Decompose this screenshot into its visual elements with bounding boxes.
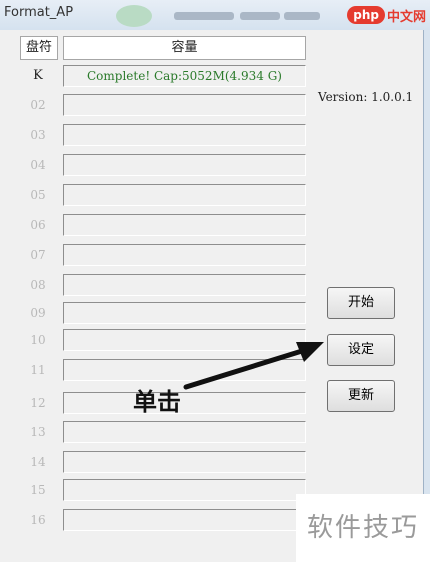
drive-label: 05 [30,188,46,202]
table-row: 09 [20,302,306,324]
drive-label: 08 [30,278,46,292]
table-row: 02 [20,94,306,116]
blurred-title-segment [284,12,320,20]
start-button[interactable]: 开始 [327,287,395,319]
table-row: 11 [20,359,306,381]
drive-label: 06 [30,218,46,232]
status-field [63,184,306,206]
status-field [63,214,306,236]
table-row: 14 [20,451,306,473]
status-field [63,451,306,473]
drive-label: 04 [30,158,46,172]
php-badge: php [347,6,385,24]
table-row: 03 [20,124,306,146]
drive-label: 16 [30,513,46,527]
table-row: 13 [20,421,306,443]
table-row: 06 [20,214,306,236]
status-field [63,274,306,296]
status-field [63,154,306,176]
php-watermark: php 中文网 [347,4,426,26]
drive-label: 09 [30,306,46,320]
watermark-site-text: 中文网 [386,9,426,25]
drive-label: 07 [30,248,46,262]
table-row: K Complete! Cap:5052M(4.934 G) [20,65,306,87]
drive-label: 14 [30,455,46,469]
status-field [63,479,306,501]
capacity-column-header: 容量 [63,36,306,60]
table-row: 05 [20,184,306,206]
status-field [63,359,306,381]
main-panel: 盘符 容量 K Complete! Cap:5052M(4.934 G) 02 … [0,30,430,562]
settings-button[interactable]: 设定 [327,334,395,366]
blurred-title-segment [174,12,234,20]
version-label: Version: 1.0.0.1 [318,90,414,104]
status-field [63,392,306,414]
drive-label: 13 [30,425,46,439]
software-tips-watermark: 软件技巧 [296,494,430,562]
drive-label: 10 [30,333,46,347]
drive-label: 15 [30,483,46,497]
drive-label: K [33,68,43,83]
drive-label: 02 [30,98,46,112]
status-field [63,244,306,266]
status-field [63,329,306,351]
status-field [63,124,306,146]
click-annotation: 单击 [133,388,181,416]
blurred-title-segment [240,12,280,20]
table-row: 04 [20,154,306,176]
status-field: Complete! Cap:5052M(4.934 G) [63,65,306,87]
status-field [63,509,306,531]
title-bar: Format_AP php 中文网 [0,0,430,31]
table-row: 07 [20,244,306,266]
drive-label: 03 [30,128,46,142]
table-row: 08 [20,274,306,296]
drive-column-header: 盘符 [20,36,58,60]
status-field [63,421,306,443]
drive-label: 11 [30,363,46,377]
blurred-app-icon [116,5,152,27]
window-right-border [423,30,430,562]
update-button[interactable]: 更新 [327,380,395,412]
table-row: 16 [20,509,306,531]
status-field [63,302,306,324]
drive-label: 12 [30,396,46,410]
window-title: Format_AP [4,5,74,20]
status-field [63,94,306,116]
table-row: 10 [20,329,306,351]
table-row: 15 [20,479,306,501]
